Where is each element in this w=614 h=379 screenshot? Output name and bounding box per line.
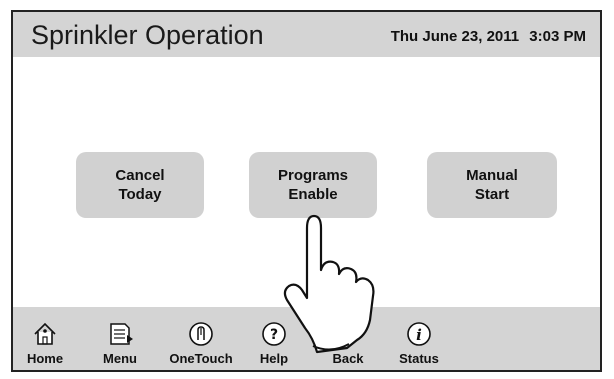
nav-home[interactable]: Home <box>23 321 67 368</box>
sprinkler-screen: Sprinkler Operation Thu June 23, 2011 3:… <box>11 10 602 372</box>
nav-menu[interactable]: Menu <box>95 321 145 368</box>
nav-home-label: Home <box>26 351 64 366</box>
programs-line1: Programs <box>277 167 349 184</box>
datetime: Thu June 23, 2011 3:03 PM <box>385 28 586 45</box>
page-title: Sprinkler Operation <box>31 20 264 50</box>
nav-menu-label: Menu <box>103 351 137 366</box>
time-text: 3:03 PM <box>529 28 586 45</box>
pointing-hand-icon <box>283 214 375 354</box>
onetouch-icon <box>189 322 213 346</box>
header-bar: Sprinkler Operation Thu June 23, 2011 3:… <box>13 12 600 57</box>
menu-icon <box>110 323 133 345</box>
date-text: Thu June 23, 2011 <box>390 28 520 45</box>
status-icon: i <box>407 322 431 346</box>
manual-line1: Manual <box>466 167 518 184</box>
nav-onetouch-label: OneTouch <box>169 351 233 366</box>
manual-line2: Start <box>474 186 510 203</box>
cancel-line2: Today <box>118 186 162 203</box>
programs-line2: Enable <box>288 186 338 203</box>
nav-status-label: Status <box>399 351 439 366</box>
home-icon <box>34 322 56 345</box>
manual-start-button[interactable]: Manual Start <box>427 152 557 218</box>
cancel-today-button[interactable]: Cancel Today <box>76 152 204 218</box>
nav-onetouch[interactable]: OneTouch <box>163 321 239 368</box>
nav-status[interactable]: i Status <box>391 321 447 368</box>
cancel-line1: Cancel <box>115 167 165 184</box>
svg-text:i: i <box>416 326 422 344</box>
